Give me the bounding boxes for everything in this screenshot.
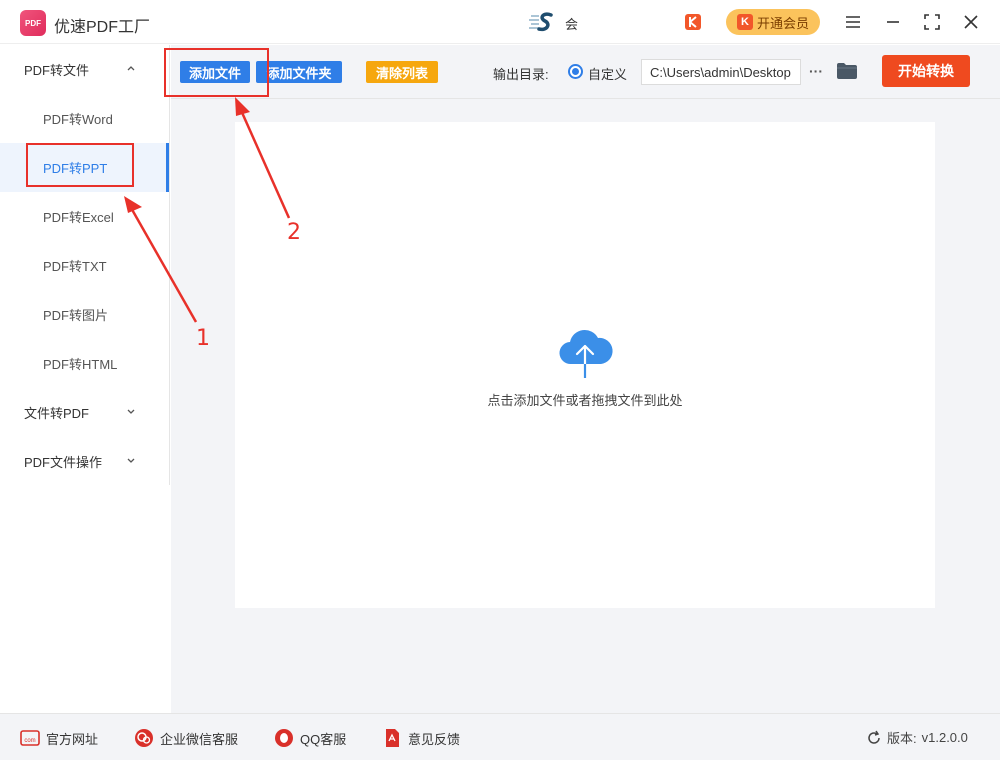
website-icon: com <box>20 730 40 746</box>
qq-service-label: QQ客服 <box>300 731 347 747</box>
chevron-down-icon <box>127 409 135 414</box>
feedback-icon <box>386 729 399 747</box>
k-brand-icon[interactable] <box>684 13 702 31</box>
wechat-service-link[interactable]: 企业微信客服 <box>134 728 238 748</box>
wechat-service-label: 企业微信客服 <box>160 731 239 747</box>
app-title: 优速PDF工厂 <box>54 19 151 36</box>
refresh-icon[interactable] <box>866 730 882 746</box>
sidebar: PDF转文件 PDF转Word PDF转PPT PDF转Excel PDF转TX… <box>0 45 170 485</box>
sidebar-group-label: 文件转PDF <box>24 406 90 421</box>
chevron-up-icon <box>127 66 135 71</box>
add-file-button[interactable]: 添加文件 <box>180 61 250 83</box>
official-website-link[interactable]: com 官方网址 <box>20 728 98 748</box>
user-logo-icon <box>529 12 553 32</box>
toolbar: 添加文件 添加文件夹 清除列表 输出目录: 自定义 ··· 开始转换 <box>171 45 1000 99</box>
sidebar-item-pdf-to-word[interactable]: PDF转Word <box>0 94 169 143</box>
wechat-icon <box>135 729 153 747</box>
sidebar-group-pdf-to-file[interactable]: PDF转文件 <box>0 45 169 94</box>
add-folder-button[interactable]: 添加文件夹 <box>256 61 342 83</box>
footer: com 官方网址 企业微信客服 QQ客服 意见反馈 版本: v1.2.0.0 <box>0 713 1000 760</box>
minimize-icon[interactable] <box>881 10 905 34</box>
open-vip-button[interactable]: K 开通会员 <box>726 9 820 35</box>
cloud-upload-icon <box>559 329 613 378</box>
feedback-label: 意见反馈 <box>408 731 461 747</box>
app-logo-icon: PDF <box>20 10 46 36</box>
sidebar-group-file-to-pdf[interactable]: 文件转PDF <box>0 388 169 437</box>
sidebar-item-pdf-to-image[interactable]: PDF转图片 <box>0 290 169 339</box>
output-path-input[interactable] <box>641 59 801 85</box>
browse-more-button[interactable]: ··· <box>807 61 825 81</box>
main-area: 添加文件 添加文件夹 清除列表 输出目录: 自定义 ··· 开始转换 点击添加文… <box>171 45 1000 713</box>
feedback-link[interactable]: 意见反馈 <box>382 728 460 748</box>
version-label: 版本: <box>887 731 917 746</box>
close-icon[interactable] <box>959 10 983 34</box>
annotation-number-1: 1 <box>196 326 210 351</box>
custom-output-radio[interactable] <box>568 64 583 79</box>
output-dir-label: 输出目录: <box>493 67 549 82</box>
version-value: v1.2.0.0 <box>921 730 968 745</box>
chevron-down-icon <box>127 458 135 463</box>
sidebar-group-pdf-operations[interactable]: PDF文件操作 <box>0 437 169 486</box>
sidebar-item-pdf-to-txt[interactable]: PDF转TXT <box>0 241 169 290</box>
qq-icon <box>275 729 293 747</box>
user-name[interactable]: 会 <box>565 14 578 33</box>
svg-text:com: com <box>24 738 35 744</box>
dropzone-hint: 点击添加文件或者拖拽文件到此处 <box>487 393 683 408</box>
sidebar-item-pdf-to-html[interactable]: PDF转HTML <box>0 339 169 388</box>
custom-output-label[interactable]: 自定义 <box>588 64 627 83</box>
vip-badge-icon: K <box>736 14 753 30</box>
sidebar-group-label: PDF转文件 <box>24 63 90 78</box>
open-vip-label: 开通会员 <box>756 15 809 31</box>
qq-service-link[interactable]: QQ客服 <box>274 728 346 748</box>
file-dropzone[interactable]: 点击添加文件或者拖拽文件到此处 <box>235 122 935 608</box>
sidebar-item-pdf-to-ppt[interactable]: PDF转PPT <box>0 143 169 192</box>
folder-icon[interactable] <box>836 61 858 81</box>
sidebar-item-pdf-to-excel[interactable]: PDF转Excel <box>0 192 169 241</box>
annotation-number-2: 2 <box>287 220 301 245</box>
clear-list-button[interactable]: 清除列表 <box>366 61 438 83</box>
maximize-icon[interactable] <box>920 10 944 34</box>
menu-icon[interactable] <box>841 10 865 34</box>
version-info: 版本: v1.2.0.0 <box>866 728 968 747</box>
sidebar-group-label: PDF文件操作 <box>24 455 103 470</box>
start-convert-button[interactable]: 开始转换 <box>882 55 970 87</box>
official-website-label: 官方网址 <box>46 731 99 747</box>
title-bar: PDF 优速PDF工厂 会 K 开通会员 <box>0 0 1000 44</box>
